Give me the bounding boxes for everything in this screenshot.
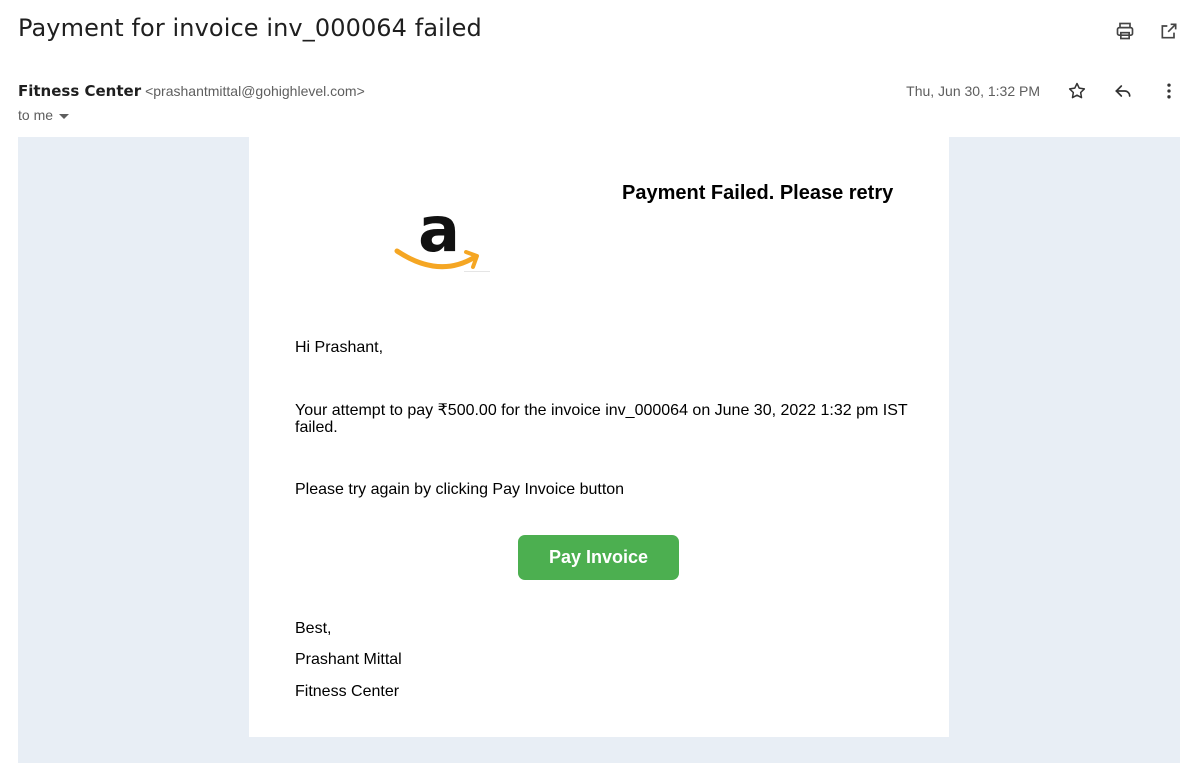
closing-text: Best, — [295, 620, 332, 637]
recipient-toggle[interactable]: to me — [18, 107, 70, 123]
greeting-text: Hi Prashant, — [295, 339, 384, 356]
email-subject: Payment for invoice inv_000064 failed — [18, 14, 482, 42]
instruction-text: Please try again by clicking Pay Invoice… — [295, 481, 625, 498]
signature-name: Prashant Mittal — [295, 651, 402, 668]
signature-org: Fitness Center — [295, 683, 400, 700]
chevron-down-icon — [59, 113, 70, 119]
sender-name: Fitness Center — [18, 82, 142, 100]
message-meta: Thu, Jun 30, 1:32 PM — [906, 80, 1180, 102]
divider — [464, 271, 490, 272]
pay-invoice-button[interactable]: Pay Invoice — [518, 535, 679, 580]
svg-text:a: a — [418, 193, 460, 266]
message-date: Thu, Jun 30, 1:32 PM — [906, 83, 1040, 99]
more-vert-icon[interactable] — [1158, 80, 1180, 102]
star-icon[interactable] — [1066, 80, 1088, 102]
print-icon[interactable] — [1114, 20, 1136, 42]
recipient-label: to me — [18, 107, 54, 123]
reply-icon[interactable] — [1112, 80, 1134, 102]
attempt-text: Your attempt to pay ₹500.00 for the invo… — [295, 402, 908, 436]
open-in-new-window-icon[interactable] — [1158, 20, 1180, 42]
amazon-logo-icon: a — [389, 175, 489, 275]
top-actions — [1114, 20, 1180, 42]
sender-email: <prashantmittal@gohighlevel.com> — [145, 83, 365, 99]
email-card: a Payment Failed. Please retry Hi Prasha… — [249, 137, 949, 737]
email-headline: Payment Failed. Please retry — [622, 182, 894, 204]
sender-row: Fitness Center <prashantmittal@gohighlev… — [18, 82, 365, 100]
